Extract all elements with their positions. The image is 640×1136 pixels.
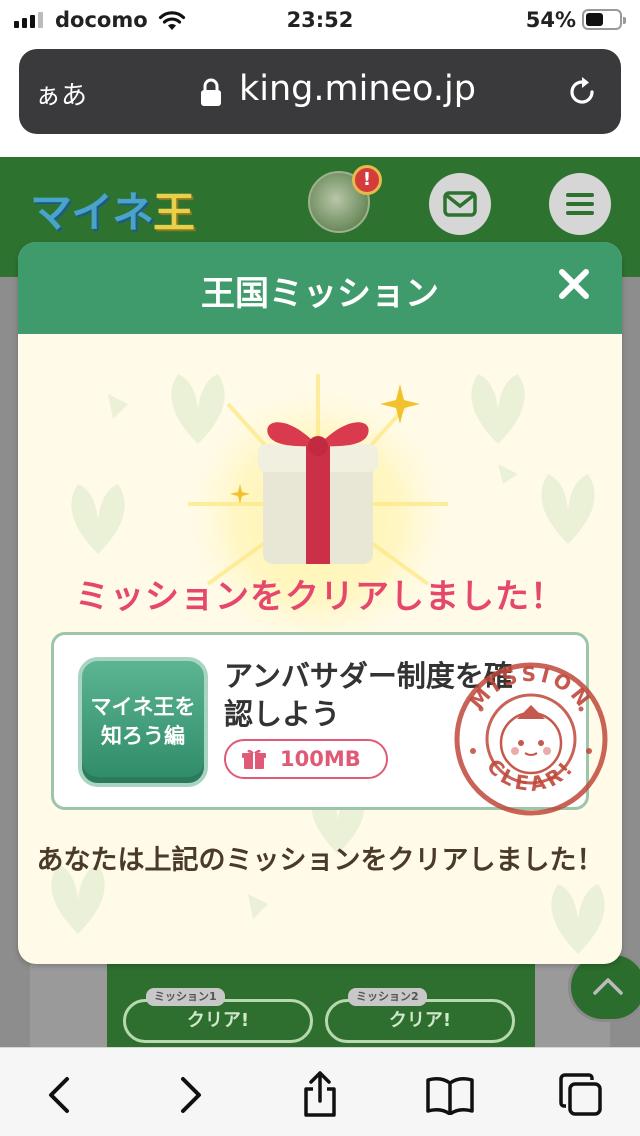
back-icon	[49, 1077, 69, 1113]
result-message: あなたは上記のミッションをクリアしました！	[36, 845, 604, 876]
browser-toolbar	[0, 1047, 640, 1136]
mission-progress-list: ミッション1 クリア! ミッション2 クリア!	[107, 957, 535, 1047]
tabs-icon	[559, 1073, 602, 1116]
share-button[interactable]	[295, 1070, 345, 1120]
forward-button[interactable]	[166, 1070, 216, 1120]
menu-icon	[566, 193, 594, 215]
mascot-icon	[499, 705, 563, 775]
url-text[interactable]: king.mineo.jp	[239, 69, 476, 109]
lock-icon	[201, 78, 221, 106]
mission-category-badge: マイネ王を 知ろう編	[78, 657, 208, 787]
reward-badge: 100MB	[224, 739, 388, 779]
forward-icon	[181, 1077, 201, 1113]
bookmarks-button[interactable]	[425, 1070, 475, 1120]
share-icon	[304, 1071, 336, 1117]
mission-2-status: ミッション2 クリア!	[325, 988, 515, 1043]
site-logo[interactable]: マイネ王	[30, 179, 195, 240]
modal-title: 王国ミッション	[201, 274, 439, 314]
reward-value: 100MB	[280, 747, 361, 771]
reload-icon[interactable]	[565, 75, 599, 109]
address-bar[interactable]: ぁあ king.mineo.jp	[19, 49, 621, 134]
bookmarks-icon	[426, 1077, 474, 1115]
battery-percent: 54%	[525, 8, 576, 32]
battery-icon	[582, 9, 626, 30]
mission-1-status: ミッション1 クリア!	[123, 988, 313, 1043]
menu-button[interactable]	[549, 173, 611, 235]
clear-message: ミッションをクリアしました！	[75, 577, 565, 617]
text-size-button[interactable]: ぁあ	[35, 75, 87, 112]
chevron-up-icon	[593, 978, 623, 995]
status-bar: docomo 23:52 54%	[0, 0, 640, 42]
notification-badge: !	[352, 165, 382, 195]
mail-icon	[443, 191, 477, 217]
modal-header: 王国ミッション	[18, 242, 622, 334]
mail-button[interactable]	[429, 173, 491, 235]
tabs-button[interactable]	[556, 1070, 606, 1120]
back-button[interactable]	[34, 1070, 84, 1120]
gift-small-icon	[242, 749, 266, 769]
mission-modal: 王国ミッション ミッションをクリアしました！ マイネ王を 知ろう編 アンバサダー…	[18, 242, 622, 964]
close-icon[interactable]	[556, 266, 592, 302]
mission-clear-stamp: MISSION CLEAR!	[454, 662, 608, 816]
